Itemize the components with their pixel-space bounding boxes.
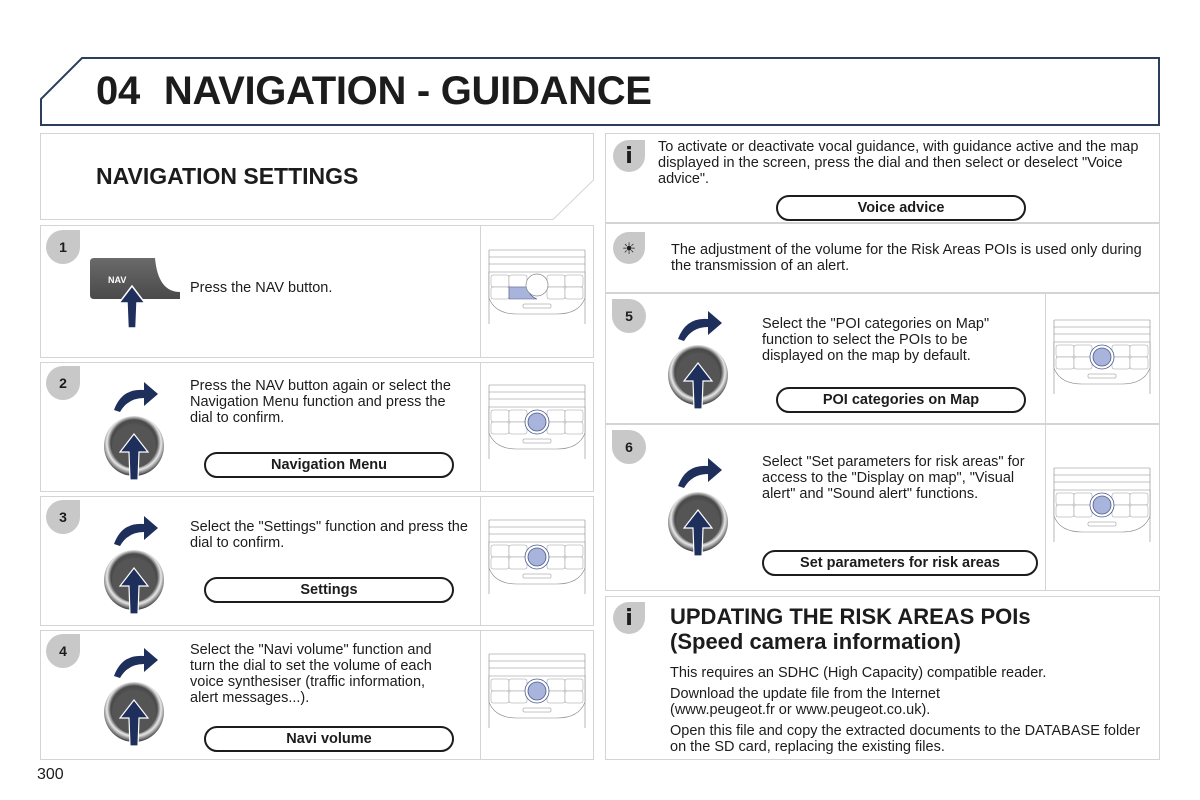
console-illustration bbox=[488, 653, 586, 728]
step-number-badge: 1 bbox=[46, 230, 80, 264]
info-icon: i bbox=[613, 140, 645, 172]
console-illustration bbox=[488, 519, 586, 594]
step-text: Select the "POI categories on Map" funct… bbox=[762, 316, 990, 364]
update-paragraph: Download the update file from the Intern… bbox=[670, 686, 941, 718]
nav-key-label: NAV bbox=[108, 275, 126, 285]
divider bbox=[480, 225, 481, 358]
update-title-line2: (Speed camera information) bbox=[670, 629, 961, 654]
page-number: 300 bbox=[37, 766, 64, 783]
navi-volume-button[interactable]: Navi volume bbox=[204, 726, 454, 752]
tip-text: The adjustment of the volume for the Ris… bbox=[671, 242, 1142, 274]
console-illustration bbox=[1053, 467, 1151, 542]
divider bbox=[480, 630, 481, 760]
divider bbox=[1045, 293, 1046, 424]
chapter-title: 04 NAVIGATION - GUIDANCE bbox=[96, 69, 652, 114]
update-title-line1: UPDATING THE RISK AREAS POIs bbox=[670, 604, 1031, 629]
console-illustration bbox=[488, 249, 586, 324]
step-number-badge: 5 bbox=[612, 299, 646, 333]
divider bbox=[1045, 424, 1046, 591]
dial-rotate-press-icon bbox=[104, 648, 164, 747]
step-number-badge: 2 bbox=[46, 366, 80, 400]
step-text: Select the "Navi volume" function and tu… bbox=[190, 642, 432, 706]
step-text: Select "Set parameters for risk areas" f… bbox=[762, 454, 1025, 502]
navigation-menu-button[interactable]: Navigation Menu bbox=[204, 452, 454, 478]
divider bbox=[480, 496, 481, 626]
dial-rotate-press-icon bbox=[104, 382, 164, 481]
chapter-header: 04 NAVIGATION - GUIDANCE bbox=[40, 57, 1160, 126]
step-number-badge: 6 bbox=[612, 430, 646, 464]
settings-button[interactable]: Settings bbox=[204, 577, 454, 603]
update-title: UPDATING THE RISK AREAS POIs (Speed came… bbox=[670, 604, 1031, 654]
poi-categories-on-map-button[interactable]: POI categories on Map bbox=[776, 387, 1026, 413]
voice-advice-text: To activate or deactivate vocal guidance… bbox=[658, 139, 1139, 187]
tip-lightbulb-icon: ☀ bbox=[613, 232, 645, 264]
chapter-number: 04 bbox=[96, 69, 140, 113]
update-paragraph: Open this file and copy the extracted do… bbox=[670, 723, 1141, 755]
chapter-name: NAVIGATION - GUIDANCE bbox=[163, 69, 652, 113]
section-title: NAVIGATION SETTINGS bbox=[96, 163, 359, 189]
dial-rotate-press-icon bbox=[668, 458, 728, 557]
nav-button-icon: NAV bbox=[90, 258, 180, 329]
dial-rotate-press-icon bbox=[104, 516, 164, 615]
voice-advice-button[interactable]: Voice advice bbox=[776, 195, 1026, 221]
update-paragraph: This requires an SDHC (High Capacity) co… bbox=[670, 665, 1047, 681]
step-text: Press the NAV button again or select the… bbox=[190, 378, 451, 426]
step-text: Press the NAV button. bbox=[190, 280, 333, 296]
step-number-badge: 4 bbox=[46, 634, 80, 668]
info-icon: i bbox=[613, 602, 645, 634]
step-text: Select the "Settings" function and press… bbox=[190, 519, 468, 551]
console-illustration bbox=[1053, 319, 1151, 394]
set-parameters-for-risk-areas-button[interactable]: Set parameters for risk areas bbox=[762, 550, 1038, 576]
console-illustration bbox=[488, 384, 586, 459]
dial-rotate-press-icon bbox=[668, 311, 728, 410]
section-title-box: NAVIGATION SETTINGS bbox=[40, 133, 594, 220]
divider bbox=[480, 362, 481, 492]
step-number-badge: 3 bbox=[46, 500, 80, 534]
